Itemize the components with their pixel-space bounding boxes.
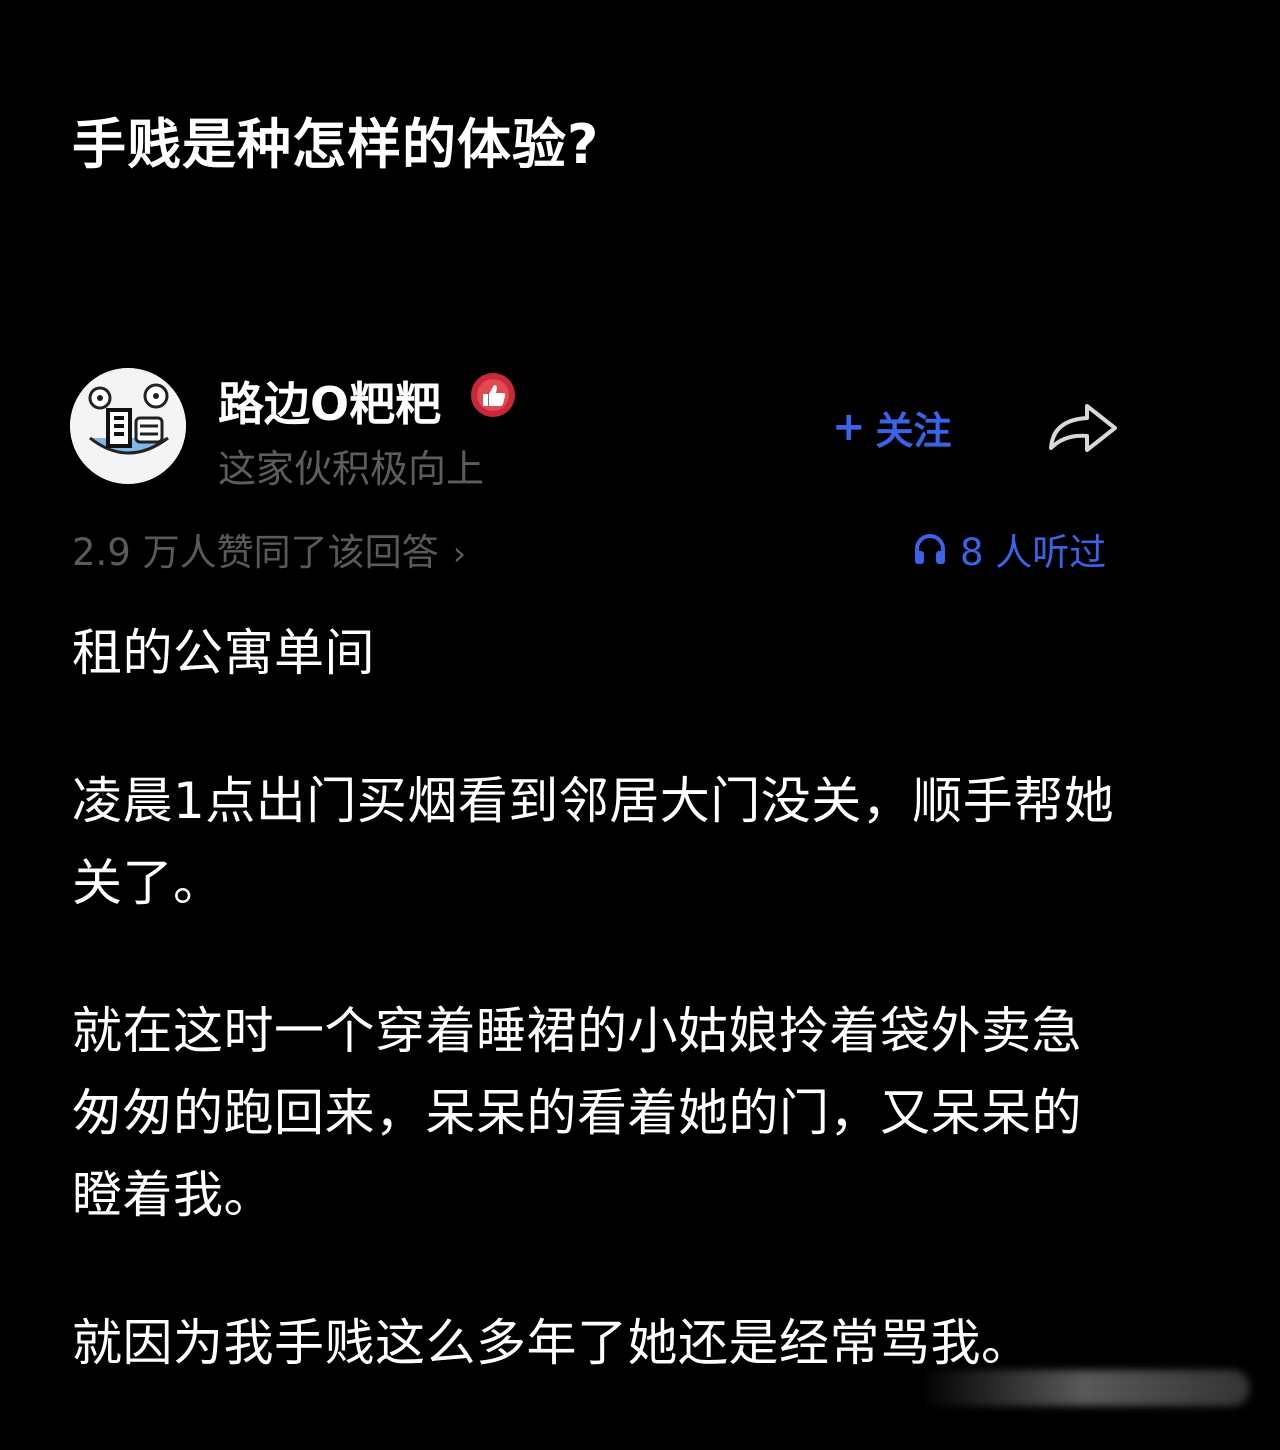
author-bio: 这家伙积极向上 xyxy=(218,447,485,491)
share-arrow-icon[interactable] xyxy=(1045,398,1121,458)
author-row: 路边O粑粑 这家伙积极向上 + 关注 xyxy=(70,368,1170,491)
follow-button[interactable]: + 关注 xyxy=(832,402,952,453)
headphone-icon xyxy=(915,534,945,564)
answer-body: 租的公寓单间 凌晨1点出门买烟看到邻居大门没关，顺手帮她关了。 就在这时一个穿着… xyxy=(72,612,1132,1450)
plus-icon: + xyxy=(832,404,866,450)
cartoon-avatar-icon xyxy=(70,368,186,484)
question-title: 手贱是种怎样的体验? xyxy=(72,113,600,176)
listen-text: 8 人听过 xyxy=(960,531,1107,574)
listen-count[interactable]: 8 人听过 xyxy=(912,522,1106,576)
chevron-right-icon: › xyxy=(452,534,467,574)
stats-row: 2.9 万人赞同了该回答 › 8 人听过 xyxy=(72,522,1122,578)
thumbs-up-badge-icon xyxy=(471,373,515,417)
approvals-link[interactable]: 2.9 万人赞同了该回答 › xyxy=(72,522,466,576)
answer-paragraph: 就在这时一个穿着睡裙的小姑娘拎着袋外卖急匆匆的跑回来，呆呆的看着她的门，又呆呆的… xyxy=(72,1002,1082,1224)
follow-label: 关注 xyxy=(875,408,952,453)
answer-paragraph: 租的公寓单间 xyxy=(72,624,375,682)
answer-paragraph: 凌晨1点出门买烟看到邻居大门没关，顺手帮她关了。 xyxy=(72,772,1115,912)
author-name[interactable]: 路边O粑粑 xyxy=(218,368,441,434)
approvals-text: 2.9 万人赞同了该回答 xyxy=(72,531,439,574)
avatar[interactable] xyxy=(70,368,186,484)
watermark xyxy=(918,1370,1250,1406)
